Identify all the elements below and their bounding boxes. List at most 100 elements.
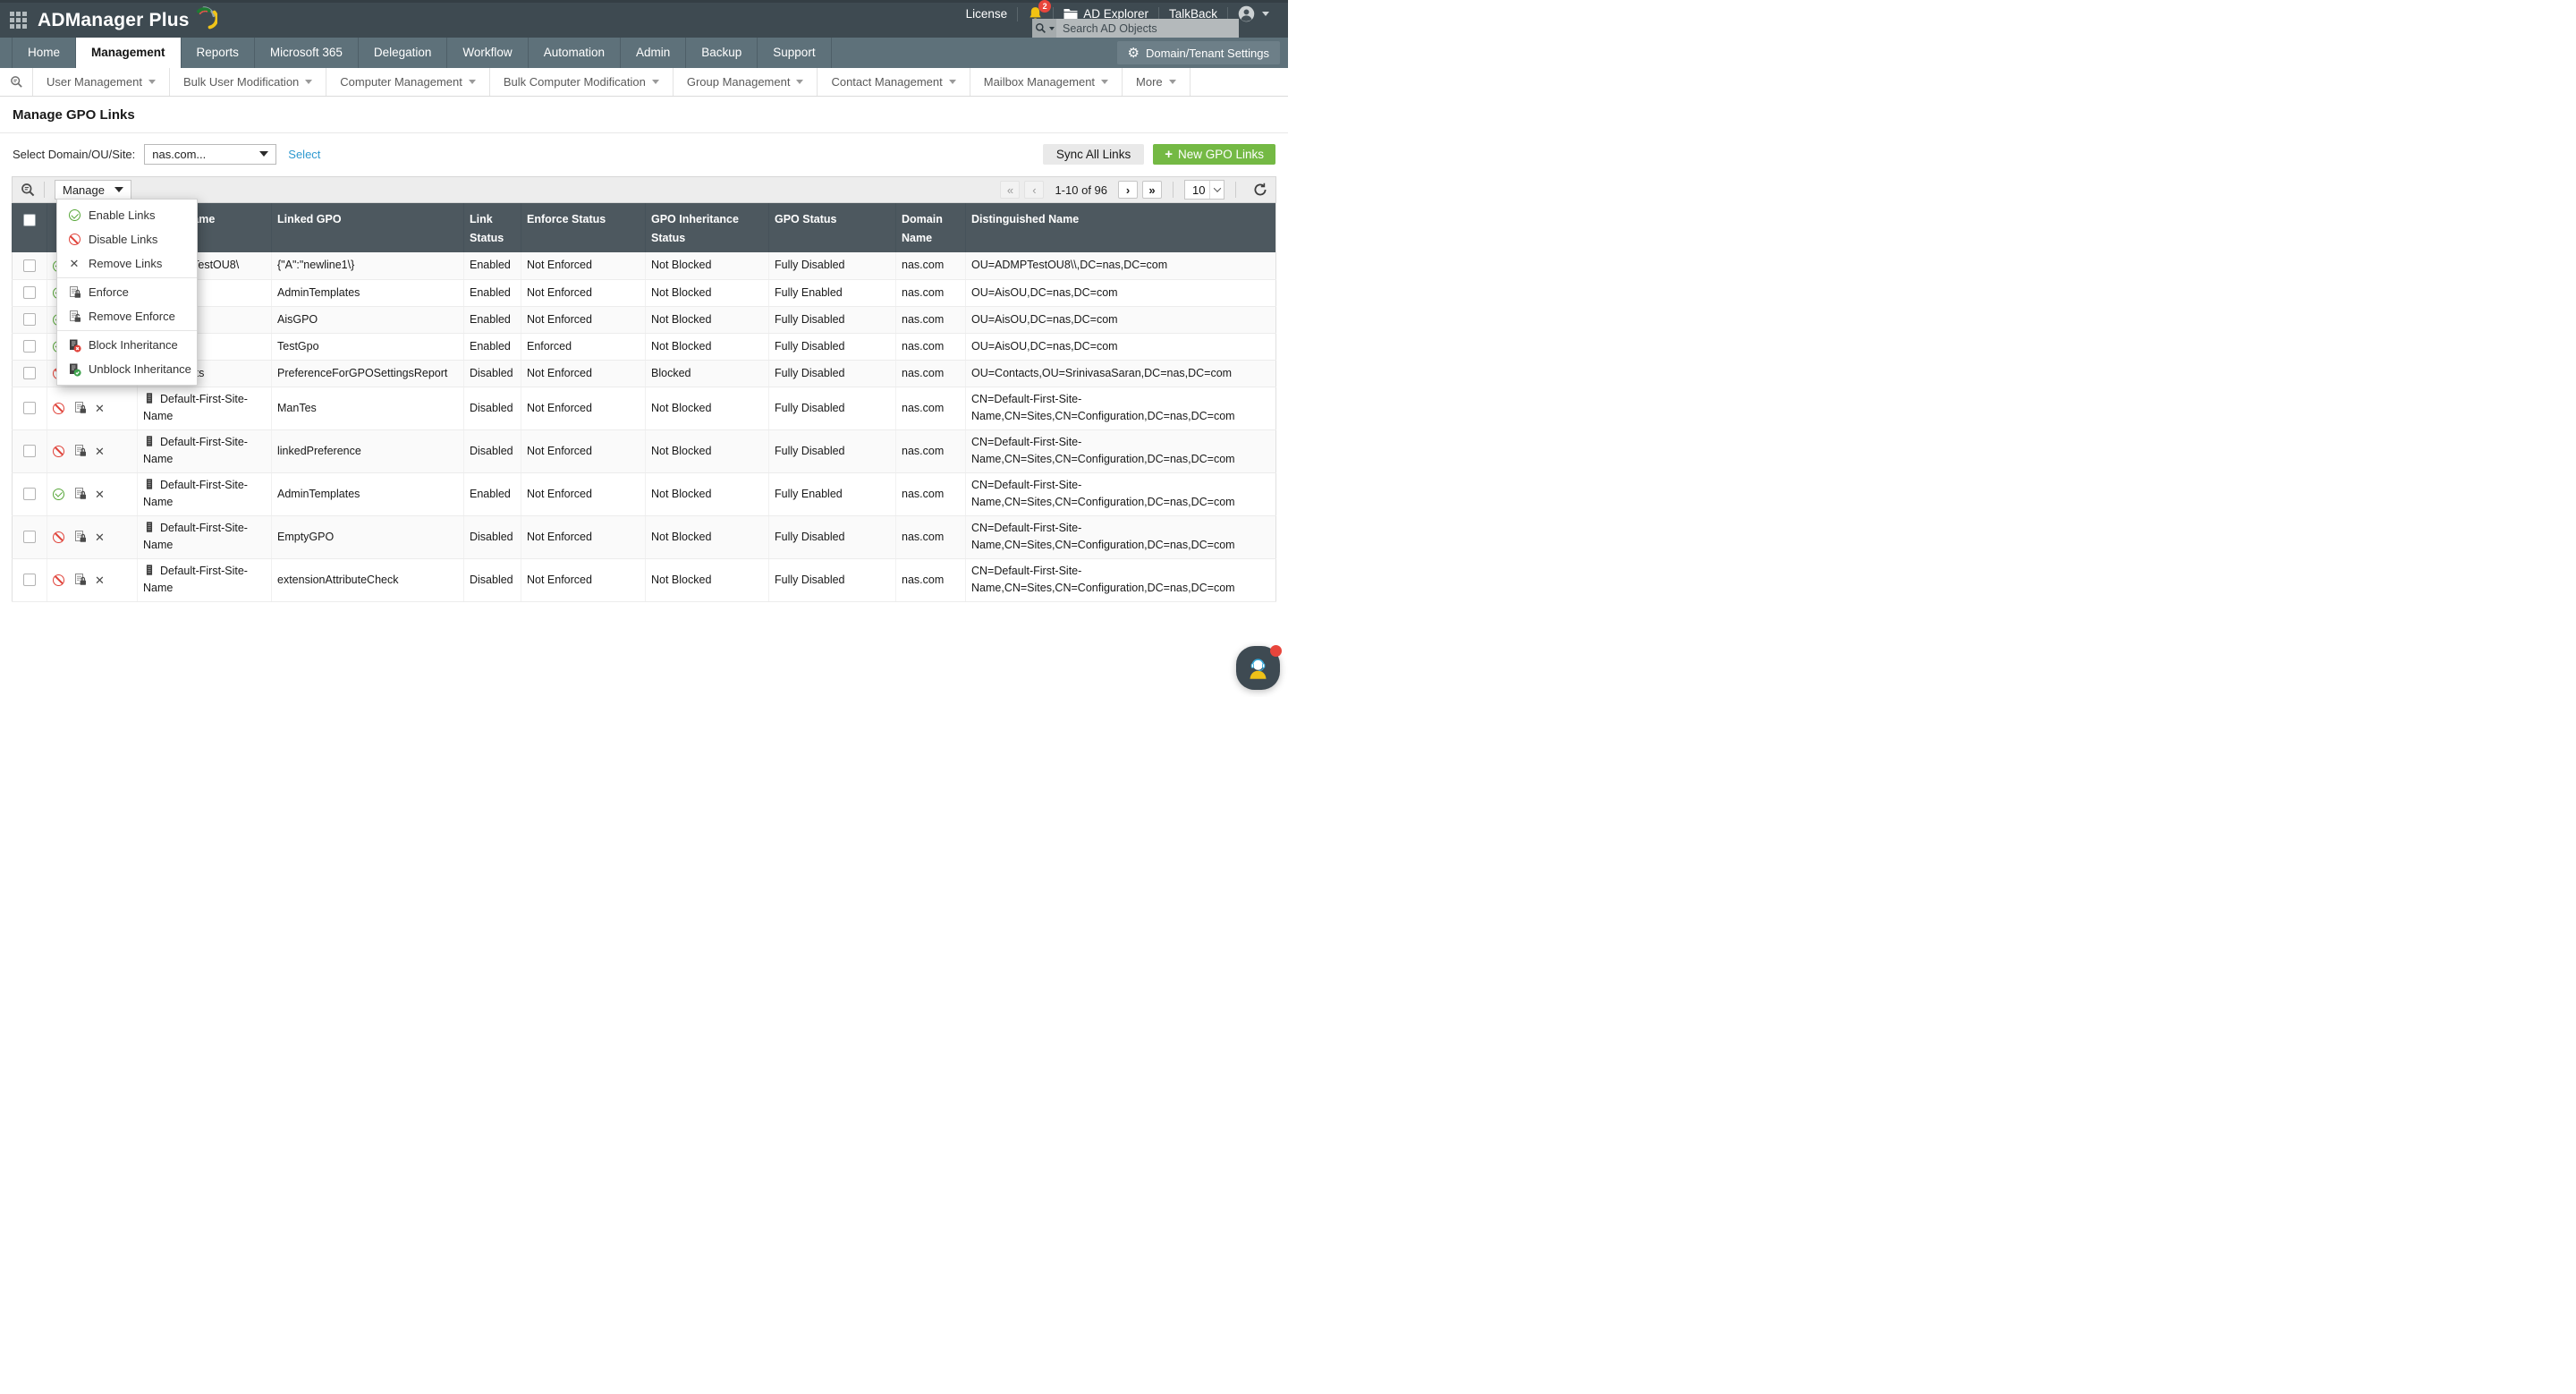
cell-enforce-status: Not Enforced <box>521 515 646 558</box>
remove-link-icon[interactable]: ✕ <box>95 446 105 457</box>
column-header-domain-name[interactable]: Domain Name <box>896 203 966 252</box>
enforce-icon[interactable] <box>72 401 87 415</box>
column-header-enforce-status[interactable]: Enforce Status <box>521 203 646 252</box>
table-row: ✕AisOUTestGpoEnabledEnforcedNot BlockedF… <box>13 333 1276 360</box>
link-disabled-icon[interactable] <box>53 446 64 457</box>
menu-item-block-inheritance[interactable]: Block Inheritance <box>57 333 197 357</box>
menu-separator <box>57 330 197 331</box>
cell-inheritance-status: Not Blocked <box>646 252 769 279</box>
menu-item-unblock-inheritance[interactable]: Unblock Inheritance <box>57 357 197 381</box>
row-checkbox[interactable] <box>23 286 36 299</box>
manage-button[interactable]: Manage <box>55 180 131 200</box>
chevron-down-icon <box>1169 80 1176 84</box>
menu-item-remove-links[interactable]: ✕Remove Links <box>57 251 197 276</box>
table-row: ✕ADMPTestOU8\{"A":"newline1\}EnabledNot … <box>13 252 1276 279</box>
tab-delegation[interactable]: Delegation <box>359 38 448 68</box>
row-checkbox[interactable] <box>23 340 36 353</box>
menu-item-enable-links[interactable]: Enable Links <box>57 203 197 227</box>
search-input[interactable] <box>1056 19 1239 38</box>
column-header-gpo-status[interactable]: GPO Status <box>769 203 896 252</box>
row-checkbox[interactable] <box>23 574 36 586</box>
menu-item-remove-enforce[interactable]: Remove Enforce <box>57 304 197 328</box>
column-header-distinguished-name[interactable]: Distinguished Name <box>966 203 1276 252</box>
enforce-icon[interactable] <box>72 444 87 458</box>
last-page-button[interactable]: » <box>1142 181 1162 199</box>
subnav-item-label: User Management <box>47 75 142 89</box>
tab-workflow[interactable]: Workflow <box>447 38 528 68</box>
cell-dn: CN=Default-First-Site-Name,CN=Sites,CN=C… <box>966 387 1276 429</box>
row-checkbox[interactable] <box>23 445 36 457</box>
menu-item-label: Remove Links <box>89 257 162 270</box>
tab-microsoft-365[interactable]: Microsoft 365 <box>255 38 359 68</box>
remove-link-icon[interactable]: ✕ <box>95 489 105 500</box>
domain-select[interactable]: nas.com... <box>144 144 276 165</box>
support-chat-button[interactable] <box>1236 646 1280 690</box>
row-checkbox[interactable] <box>23 259 36 272</box>
tab-management[interactable]: Management <box>76 38 182 68</box>
tab-home[interactable]: Home <box>12 38 76 68</box>
cell-gpo-status: Fully Disabled <box>769 306 896 333</box>
tab-automation[interactable]: Automation <box>529 38 621 68</box>
refresh-button[interactable] <box>1253 183 1267 197</box>
subnav-item-computer-management[interactable]: Computer Management <box>326 68 489 96</box>
chevron-down-icon <box>1049 27 1055 30</box>
link-disabled-icon[interactable] <box>53 403 64 414</box>
enforce-icon[interactable] <box>72 487 87 501</box>
link-disabled-icon[interactable] <box>53 574 64 586</box>
row-checkbox[interactable] <box>23 531 36 543</box>
link-disabled-icon[interactable] <box>53 531 64 543</box>
tab-backup[interactable]: Backup <box>686 38 758 68</box>
tab-admin[interactable]: Admin <box>621 38 686 68</box>
app-launcher-icon[interactable] <box>10 12 27 29</box>
search-scope-button[interactable] <box>1032 19 1056 38</box>
menu-item-enforce[interactable]: Enforce <box>57 280 197 304</box>
select-link[interactable]: Select <box>288 148 320 161</box>
row-checkbox[interactable] <box>23 313 36 326</box>
row-checkbox[interactable] <box>23 402 36 414</box>
subnav-item-bulk-computer-modification[interactable]: Bulk Computer Modification <box>489 68 673 96</box>
pagination-range: 1-10 of 96 <box>1055 183 1107 197</box>
menu-item-label: Block Inheritance <box>89 338 178 352</box>
row-checkbox[interactable] <box>23 367 36 379</box>
menu-item-disable-links[interactable]: Disable Links <box>57 227 197 251</box>
page-size-select[interactable]: 10 <box>1184 180 1224 200</box>
license-link[interactable]: License <box>956 7 1018 21</box>
gpo-links-table: OU NameLinked GPOLink StatusEnforce Stat… <box>12 203 1276 602</box>
subnav-item-more[interactable]: More <box>1122 68 1191 96</box>
link-enabled-icon[interactable] <box>53 489 64 500</box>
subnav-item-contact-management[interactable]: Contact Management <box>817 68 969 96</box>
chat-notification-dot <box>1270 645 1282 657</box>
manage-dropdown-menu: Enable LinksDisable Links✕Remove Links En… <box>56 199 198 386</box>
subnav-item-mailbox-management[interactable]: Mailbox Management <box>970 68 1122 96</box>
domain-tenant-settings-button[interactable]: ⚙ Domain/Tenant Settings <box>1117 41 1280 64</box>
table-row: ✕ContactsPreferenceForGPOSettingsReportD… <box>13 360 1276 387</box>
column-header-linked-gpo[interactable]: Linked GPO <box>272 203 464 252</box>
next-page-button[interactable]: › <box>1118 181 1138 199</box>
remove-link-icon[interactable]: ✕ <box>95 403 105 414</box>
enable-icon <box>67 209 81 221</box>
first-page-button[interactable]: « <box>1000 181 1020 199</box>
subnav-item-bulk-user-modification[interactable]: Bulk User Modification <box>169 68 326 96</box>
table-row: ✕AisOUAdminTemplatesEnabledNot EnforcedN… <box>13 279 1276 306</box>
subnav-item-user-management[interactable]: User Management <box>32 68 169 96</box>
enforce-icon[interactable] <box>72 530 87 544</box>
subnav-item-group-management[interactable]: Group Management <box>673 68 818 96</box>
docblock-icon <box>67 338 81 353</box>
divider <box>0 132 1288 133</box>
column-header-link-status[interactable]: Link Status <box>464 203 521 252</box>
column-header-gpo-inheritance-status[interactable]: GPO Inheritance Status <box>646 203 769 252</box>
tab-support[interactable]: Support <box>758 38 831 68</box>
row-checkbox[interactable] <box>23 488 36 500</box>
remove-link-icon[interactable]: ✕ <box>95 574 105 586</box>
select-all-checkbox[interactable] <box>23 214 36 226</box>
subnav-search-icon[interactable] <box>0 68 32 96</box>
sync-all-links-button[interactable]: Sync All Links <box>1043 144 1144 165</box>
grid-search-icon[interactable] <box>21 183 35 197</box>
remove-link-icon[interactable]: ✕ <box>95 531 105 543</box>
new-gpo-links-button[interactable]: + New GPO Links <box>1153 144 1275 165</box>
table-header-row: OU NameLinked GPOLink StatusEnforce Stat… <box>13 203 1276 252</box>
enforce-icon[interactable] <box>72 573 87 587</box>
tab-reports[interactable]: Reports <box>182 38 255 68</box>
gear-icon: ⚙ <box>1128 47 1140 60</box>
prev-page-button[interactable]: ‹ <box>1024 181 1044 199</box>
